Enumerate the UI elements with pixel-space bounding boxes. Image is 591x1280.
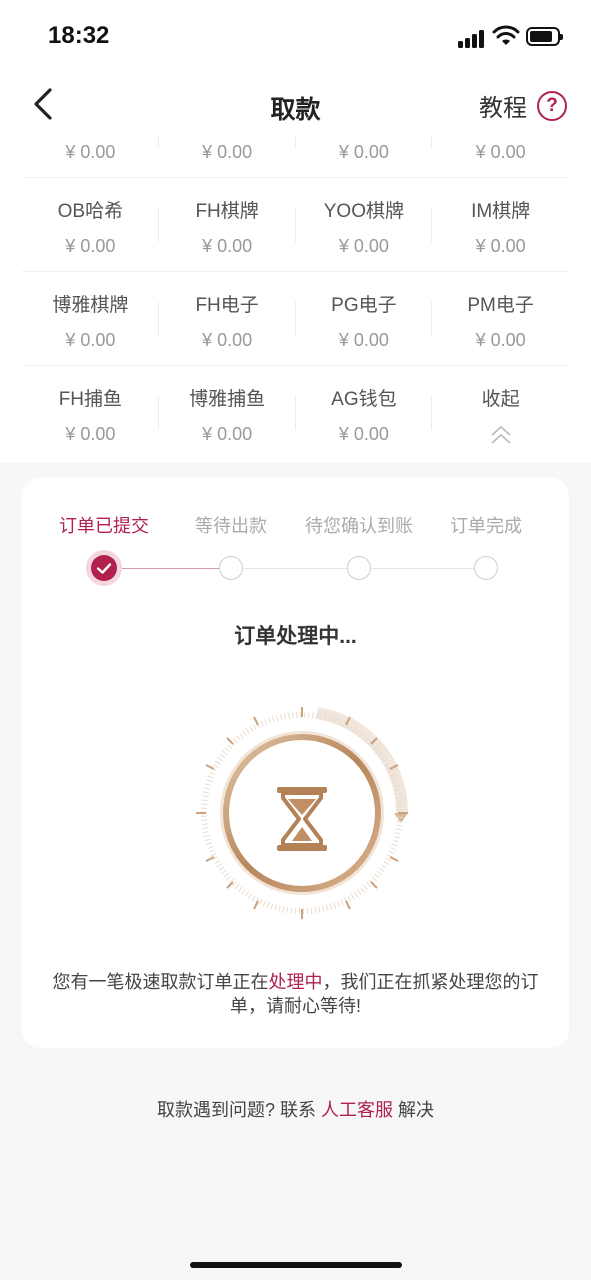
wallet-row: FH捕鱼 ¥ 0.00 博雅捕鱼 ¥ 0.00 AG钱包 ¥ 0.00 收起 bbox=[22, 366, 569, 460]
tutorial-button[interactable]: 教程 ? bbox=[479, 88, 567, 123]
wallet-cell-boya-chess[interactable]: 博雅棋牌 ¥ 0.00 bbox=[22, 272, 159, 365]
wallet-amount: ¥ 0.00 bbox=[338, 142, 389, 162]
wallet-grid: ¥ 0.00 ¥ 0.00 ¥ 0.00 ¥ 0.00 OB哈希 ¥ 0.00 … bbox=[0, 136, 591, 463]
status-time: 18:32 bbox=[48, 22, 110, 49]
step-dot bbox=[347, 556, 371, 580]
wallet-name: IM棋牌 bbox=[471, 201, 531, 222]
wallet-name: AG钱包 bbox=[331, 389, 397, 410]
support-footer: 取款遇到问题? 联系 人工客服 解决 bbox=[0, 1096, 591, 1122]
wallet-row: OB哈希 ¥ 0.00 FH棋牌 ¥ 0.00 YOO棋牌 ¥ 0.00 IM棋… bbox=[22, 178, 569, 272]
wallet-amount: ¥ 0.00 bbox=[65, 142, 116, 162]
wallet-cell-ob-hash[interactable]: OB哈希 ¥ 0.00 bbox=[22, 178, 159, 271]
collapse-label: 收起 bbox=[481, 389, 520, 410]
step-label-submitted: 订单已提交 bbox=[59, 516, 149, 536]
wallet-cell-fh-chess[interactable]: FH棋牌 ¥ 0.00 bbox=[159, 178, 296, 271]
step-label-awaiting-payout: 等待出款 bbox=[195, 516, 267, 536]
wallet-name: PG电子 bbox=[331, 295, 397, 316]
tutorial-label: 教程 bbox=[479, 95, 527, 122]
cellular-signal-icon bbox=[458, 28, 486, 48]
wallet-cell-im-chess[interactable]: IM棋牌 ¥ 0.00 bbox=[432, 178, 569, 271]
wallet-row-partial: ¥ 0.00 ¥ 0.00 ¥ 0.00 ¥ 0.00 bbox=[22, 136, 569, 178]
wallet-amount: ¥ 0.00 bbox=[202, 424, 253, 444]
wallet-cell-ag-wallet[interactable]: AG钱包 ¥ 0.00 bbox=[296, 366, 433, 460]
footer-suffix: 解决 bbox=[393, 1100, 435, 1120]
wallet-amount: ¥ 0.00 bbox=[65, 424, 116, 444]
processing-status-title: 订单处理中... bbox=[234, 625, 357, 648]
wallet-name: FH捕鱼 bbox=[58, 389, 123, 410]
battery-icon bbox=[526, 27, 563, 46]
wallet-amount: ¥ 0.00 bbox=[338, 330, 389, 350]
double-chevron-up-icon bbox=[491, 425, 511, 444]
wallet-name: OB哈希 bbox=[57, 201, 124, 222]
wallet-amount: ¥ 0.00 bbox=[475, 236, 526, 256]
wallet-name: FH电子 bbox=[195, 295, 259, 316]
progress-track-done bbox=[122, 568, 220, 569]
step-label-completed: 订单完成 bbox=[450, 516, 522, 536]
customer-service-link[interactable]: 人工客服 bbox=[321, 1100, 393, 1120]
message-highlight: 处理中 bbox=[268, 972, 323, 992]
progress-track bbox=[372, 568, 474, 569]
step-dot bbox=[474, 556, 498, 580]
message-text: 您有一笔极速取款订单正在 bbox=[52, 972, 269, 992]
wallet-cell-fh-fishing[interactable]: FH捕鱼 ¥ 0.00 bbox=[22, 366, 159, 460]
wallet-cell-pg-slots[interactable]: PG电子 ¥ 0.00 bbox=[296, 272, 433, 365]
wallet-amount: ¥ 0.00 bbox=[65, 236, 116, 256]
wallet-name: PM电子 bbox=[467, 295, 534, 316]
step-dot-active bbox=[86, 550, 122, 586]
wifi-icon bbox=[492, 25, 520, 45]
step-dot bbox=[219, 556, 243, 580]
hourglass-timer-icon bbox=[196, 707, 409, 919]
wallet-cell-fh-slots[interactable]: FH电子 ¥ 0.00 bbox=[159, 272, 296, 365]
checkmark-icon bbox=[96, 563, 112, 574]
collapse-button[interactable]: 收起 bbox=[432, 366, 569, 460]
wallet-row: 博雅棋牌 ¥ 0.00 FH电子 ¥ 0.00 PG电子 ¥ 0.00 PM电子… bbox=[22, 272, 569, 366]
wallet-amount: ¥ 0.00 bbox=[475, 330, 526, 350]
wallet-amount: ¥ 0.00 bbox=[65, 330, 116, 350]
wallet-name: YOO棋牌 bbox=[323, 201, 404, 222]
progress-track bbox=[244, 568, 348, 569]
wallet-name: 博雅棋牌 bbox=[52, 295, 129, 316]
wallet-cell: ¥ 0.00 bbox=[296, 136, 433, 177]
status-bar: 18:32 bbox=[0, 0, 591, 72]
wallet-amount: ¥ 0.00 bbox=[202, 142, 253, 162]
wallet-cell: ¥ 0.00 bbox=[159, 136, 296, 177]
nav-header: 取款 教程 ? bbox=[0, 72, 591, 136]
withdrawal-progress-card: 订单已提交 等待出款 待您确认到账 订单完成 订单处理中... 您有一笔极速取款… bbox=[22, 478, 569, 1048]
wallet-cell-boya-fishing[interactable]: 博雅捕鱼 ¥ 0.00 bbox=[159, 366, 296, 460]
wallet-cell-yoo-chess[interactable]: YOO棋牌 ¥ 0.00 bbox=[296, 178, 433, 271]
wallet-amount: ¥ 0.00 bbox=[475, 142, 526, 162]
wallet-name: 博雅捕鱼 bbox=[189, 389, 266, 410]
footer-prefix: 取款遇到问题? 联系 bbox=[156, 1100, 321, 1120]
wallet-name: FH棋牌 bbox=[195, 201, 259, 222]
wallet-amount: ¥ 0.00 bbox=[202, 236, 253, 256]
step-label-confirm-receipt: 待您确认到账 bbox=[305, 516, 413, 536]
wallet-amount: ¥ 0.00 bbox=[338, 424, 389, 444]
wallet-cell-pm-slots[interactable]: PM电子 ¥ 0.00 bbox=[432, 272, 569, 365]
home-indicator bbox=[190, 1262, 402, 1268]
help-circle-icon: ? bbox=[537, 90, 567, 121]
wallet-cell: ¥ 0.00 bbox=[22, 136, 159, 177]
wallet-cell: ¥ 0.00 bbox=[432, 136, 569, 177]
wallet-amount: ¥ 0.00 bbox=[338, 236, 389, 256]
processing-message: 您有一笔极速取款订单正在处理中，我们正在抓紧处理您的订单，请耐心等待! bbox=[52, 970, 539, 1018]
wallet-amount: ¥ 0.00 bbox=[202, 330, 253, 350]
